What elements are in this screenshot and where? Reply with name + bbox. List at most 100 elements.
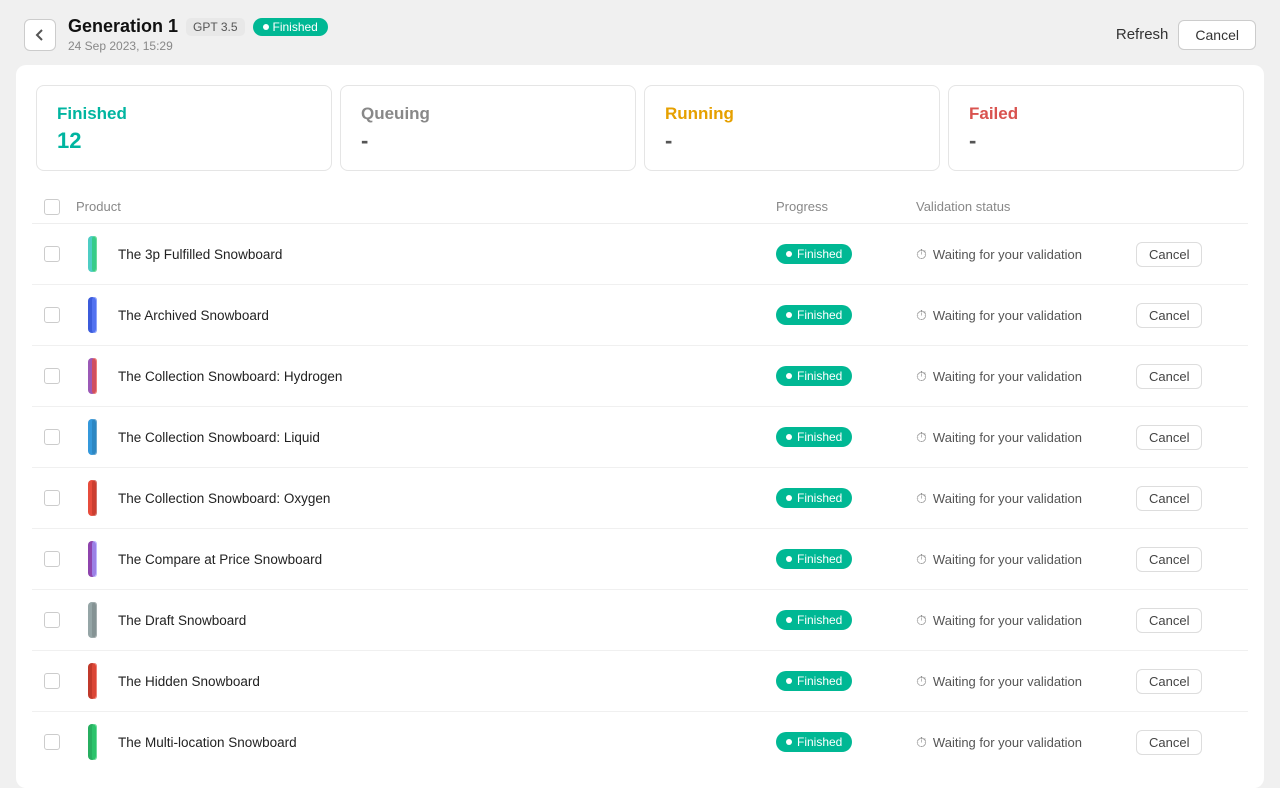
row-checkbox[interactable] xyxy=(44,246,60,262)
product-name: The Archived Snowboard xyxy=(118,308,269,323)
action-cell: Cancel xyxy=(1136,608,1236,633)
progress-badge: Finished xyxy=(776,671,852,691)
product-cell: The Compare at Price Snowboard xyxy=(76,539,776,579)
stat-card-finished: Finished 12 xyxy=(36,85,332,171)
product-thumbnail xyxy=(76,417,108,457)
progress-cell: Finished xyxy=(776,671,916,691)
product-name: The Collection Snowboard: Oxygen xyxy=(118,491,330,506)
product-thumbnail xyxy=(76,539,108,579)
validation-cell: ⏱ Waiting for your validation xyxy=(916,490,1136,507)
row-checkbox[interactable] xyxy=(44,551,60,567)
stat-card-failed: Failed - xyxy=(948,85,1244,171)
validation-text: Waiting for your validation xyxy=(933,308,1082,323)
product-cell: The Collection Snowboard: Oxygen xyxy=(76,478,776,518)
clock-icon: ⏱ xyxy=(916,368,927,385)
gpt-badge: GPT 3.5 xyxy=(186,18,244,36)
row-cancel-button[interactable]: Cancel xyxy=(1136,486,1202,511)
row-checkbox-cell xyxy=(44,673,76,689)
product-name: The Collection Snowboard: Liquid xyxy=(118,430,320,445)
progress-badge: Finished xyxy=(776,732,852,752)
progress-cell: Finished xyxy=(776,366,916,386)
validation-text: Waiting for your validation xyxy=(933,674,1082,689)
stat-card-running: Running - xyxy=(644,85,940,171)
table-row: The Collection Snowboard: Oxygen Finishe… xyxy=(32,468,1248,529)
progress-cell: Finished xyxy=(776,732,916,752)
stat-value-running: - xyxy=(665,128,919,154)
header-progress-col: Progress xyxy=(776,199,916,215)
row-checkbox-cell xyxy=(44,307,76,323)
row-checkbox[interactable] xyxy=(44,490,60,506)
clock-icon: ⏱ xyxy=(916,673,927,690)
table-row: The Hidden Snowboard Finished ⏱ Waiting … xyxy=(32,651,1248,712)
row-cancel-button[interactable]: Cancel xyxy=(1136,364,1202,389)
progress-cell: Finished xyxy=(776,610,916,630)
progress-badge: Finished xyxy=(776,610,852,630)
progress-cell: Finished xyxy=(776,305,916,325)
stat-label-finished: Finished xyxy=(57,104,311,124)
action-cell: Cancel xyxy=(1136,669,1236,694)
validation-cell: ⏱ Waiting for your validation xyxy=(916,673,1136,690)
header-product-col: Product xyxy=(76,199,776,215)
row-checkbox-cell xyxy=(44,246,76,262)
row-checkbox[interactable] xyxy=(44,429,60,445)
product-name: The Collection Snowboard: Hydrogen xyxy=(118,369,342,384)
action-cell: Cancel xyxy=(1136,547,1236,572)
product-cell: The Draft Snowboard xyxy=(76,600,776,640)
table-row: The Compare at Price Snowboard Finished … xyxy=(32,529,1248,590)
validation-cell: ⏱ Waiting for your validation xyxy=(916,429,1136,446)
product-name: The Draft Snowboard xyxy=(118,613,246,628)
validation-cell: ⏱ Waiting for your validation xyxy=(916,368,1136,385)
row-cancel-button[interactable]: Cancel xyxy=(1136,242,1202,267)
product-cell: The Archived Snowboard xyxy=(76,295,776,335)
product-name: The Multi-location Snowboard xyxy=(118,735,297,750)
row-checkbox[interactable] xyxy=(44,307,60,323)
validation-text: Waiting for your validation xyxy=(933,613,1082,628)
row-cancel-button[interactable]: Cancel xyxy=(1136,303,1202,328)
row-checkbox[interactable] xyxy=(44,734,60,750)
row-checkbox-cell xyxy=(44,490,76,506)
refresh-button[interactable]: Refresh xyxy=(1116,20,1169,50)
product-name: The Hidden Snowboard xyxy=(118,674,260,689)
product-thumbnail xyxy=(76,356,108,396)
header-title-group: Generation 1 GPT 3.5 Finished 24 Sep 202… xyxy=(68,16,328,53)
page-header: Generation 1 GPT 3.5 Finished 24 Sep 202… xyxy=(0,0,1280,65)
progress-badge: Finished xyxy=(776,549,852,569)
stat-value-queuing: - xyxy=(361,128,615,154)
validation-text: Waiting for your validation xyxy=(933,491,1082,506)
progress-cell: Finished xyxy=(776,244,916,264)
page-title: Generation 1 xyxy=(68,16,178,37)
row-cancel-button[interactable]: Cancel xyxy=(1136,730,1202,755)
progress-badge: Finished xyxy=(776,366,852,386)
row-checkbox[interactable] xyxy=(44,673,60,689)
row-checkbox[interactable] xyxy=(44,612,60,628)
product-cell: The Collection Snowboard: Hydrogen xyxy=(76,356,776,396)
action-cell: Cancel xyxy=(1136,242,1236,267)
progress-badge: Finished xyxy=(776,488,852,508)
action-cell: Cancel xyxy=(1136,486,1236,511)
product-thumbnail xyxy=(76,234,108,274)
row-checkbox-cell xyxy=(44,429,76,445)
validation-text: Waiting for your validation xyxy=(933,552,1082,567)
clock-icon: ⏱ xyxy=(916,246,927,263)
row-cancel-button[interactable]: Cancel xyxy=(1136,608,1202,633)
row-checkbox[interactable] xyxy=(44,368,60,384)
header-status-badge: Finished xyxy=(253,18,328,36)
table-row: The Collection Snowboard: Liquid Finishe… xyxy=(32,407,1248,468)
progress-cell: Finished xyxy=(776,549,916,569)
validation-text: Waiting for your validation xyxy=(933,735,1082,750)
row-cancel-button[interactable]: Cancel xyxy=(1136,547,1202,572)
action-cell: Cancel xyxy=(1136,364,1236,389)
cancel-button-header[interactable]: Cancel xyxy=(1178,20,1256,50)
row-cancel-button[interactable]: Cancel xyxy=(1136,669,1202,694)
stat-value-failed: - xyxy=(969,128,1223,154)
validation-text: Waiting for your validation xyxy=(933,369,1082,384)
table-row: The Multi-location Snowboard Finished ⏱ … xyxy=(32,712,1248,772)
row-cancel-button[interactable]: Cancel xyxy=(1136,425,1202,450)
back-button[interactable] xyxy=(24,19,56,51)
validation-text: Waiting for your validation xyxy=(933,247,1082,262)
header-checkbox-col xyxy=(44,199,76,215)
select-all-checkbox[interactable] xyxy=(44,199,60,215)
header-action-col xyxy=(1136,199,1236,215)
stat-label-queuing: Queuing xyxy=(361,104,615,124)
clock-icon: ⏱ xyxy=(916,490,927,507)
